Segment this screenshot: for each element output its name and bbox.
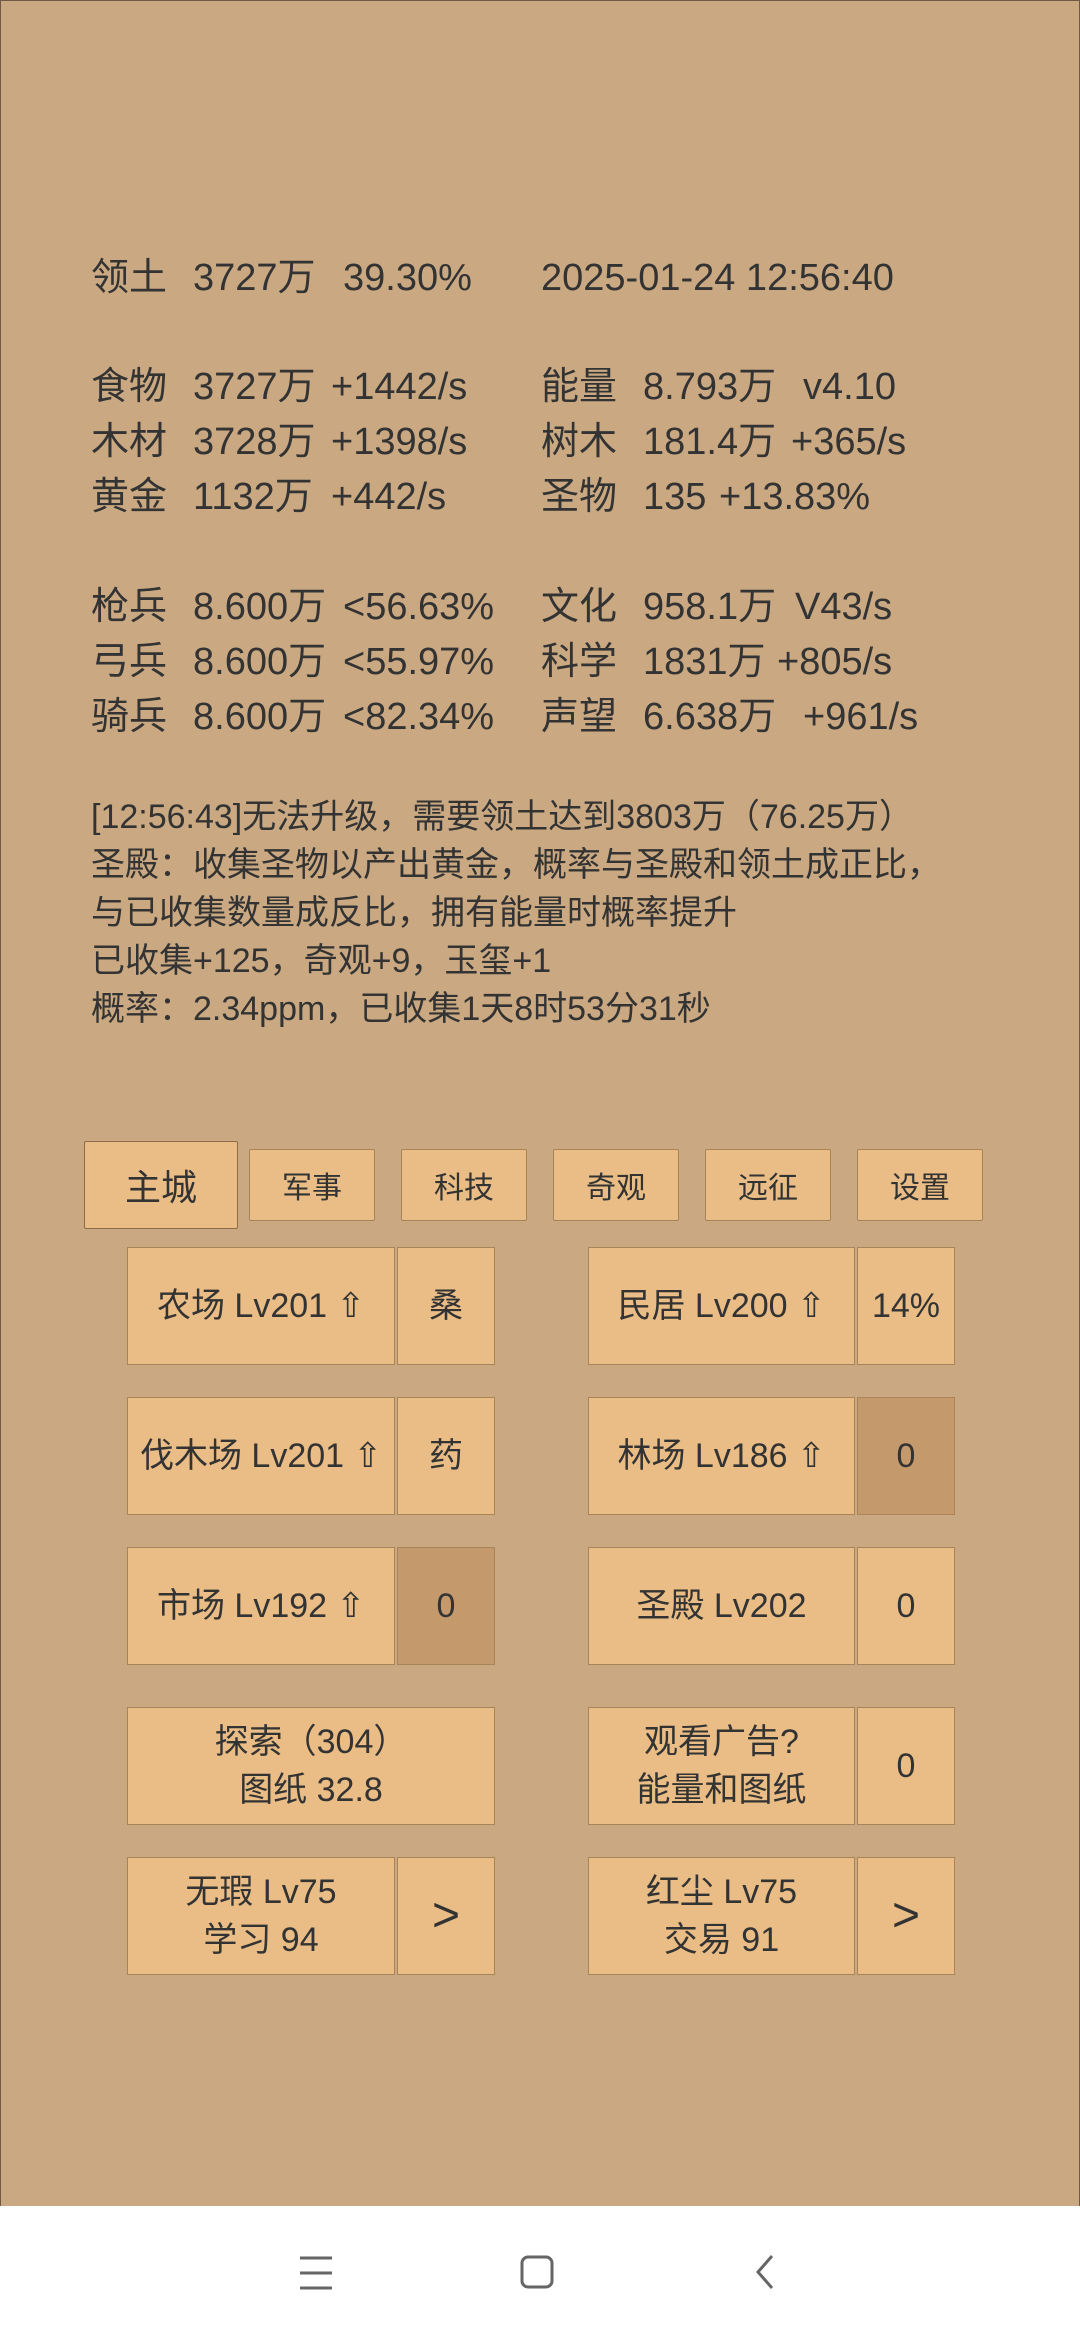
forest-side-button[interactable]: 0: [857, 1397, 955, 1515]
ad-line2: 能量和图纸: [636, 1771, 807, 1809]
troop-value: 8.600万: [193, 696, 327, 738]
res-value: 3728万: [193, 421, 316, 463]
game-area: 领土 3727万 39.30% 2025-01-24 12:56:40 食物 3…: [0, 0, 1080, 2207]
message-line: 概率：2.34ppm，已收集1天8时53分31秒: [91, 990, 711, 1028]
res-value: 135: [643, 476, 707, 518]
res-label: 能量: [541, 366, 618, 408]
explore-line1: 探索（304）: [214, 1723, 408, 1761]
menu-icon[interactable]: [296, 2206, 336, 2340]
tab-main-city[interactable]: 主城: [84, 1141, 238, 1229]
res-rate: +365/s: [791, 421, 907, 463]
temple-button[interactable]: 圣殿 Lv202: [588, 1547, 855, 1665]
watch-ad-button[interactable]: 观看广告? 能量和图纸: [588, 1707, 855, 1825]
troop-label: 枪兵: [91, 586, 168, 628]
message-line: 与已收集数量成反比，拥有能量时概率提升: [91, 894, 737, 932]
res-value: 3727万: [193, 366, 316, 408]
lumber-side-button[interactable]: 药: [397, 1397, 495, 1515]
market-side-button[interactable]: 0: [397, 1547, 495, 1665]
res-value: 1132万: [193, 476, 313, 518]
culture-label: 科学: [541, 641, 618, 683]
farm-upgrade-button[interactable]: 农场 Lv201 ⇧: [127, 1247, 395, 1365]
res-label: 食物: [91, 366, 168, 408]
res-value: 8.793万: [643, 366, 777, 408]
culture-label: 声望: [541, 696, 618, 738]
forest-upgrade-button[interactable]: 林场 Lv186 ⇧: [588, 1397, 855, 1515]
culture-rate: +961/s: [803, 696, 919, 738]
hero-hongchen-button[interactable]: 红尘 Lv75 交易 91: [588, 1857, 855, 1975]
explore-line2: 图纸 32.8: [239, 1771, 383, 1809]
troop-label: 弓兵: [91, 641, 168, 683]
territory-value: 3727万: [193, 257, 316, 299]
datetime: 2025-01-24 12:56:40: [541, 257, 894, 299]
tab-settings[interactable]: 设置: [857, 1149, 983, 1221]
troop-rate: <82.34%: [343, 696, 495, 738]
hero1-line2: 学习 94: [203, 1921, 319, 1959]
hero1-line1: 无瑕 Lv75: [185, 1873, 337, 1911]
culture-value: 6.638万: [643, 696, 777, 738]
hero2-line1: 红尘 Lv75: [645, 1873, 798, 1911]
territory-pct: 39.30%: [343, 257, 472, 299]
house-side-button[interactable]: 14%: [857, 1247, 955, 1365]
temple-side-button[interactable]: 0: [857, 1547, 955, 1665]
message-line: 已收集+125，奇观+9，玉玺+1: [91, 942, 552, 980]
system-nav-bar: [0, 2206, 1080, 2340]
culture-label: 文化: [541, 586, 618, 628]
ad-line1: 观看广告?: [644, 1723, 799, 1761]
lumber-upgrade-button[interactable]: 伐木场 Lv201 ⇧: [127, 1397, 395, 1515]
tab-military[interactable]: 军事: [249, 1149, 375, 1221]
tab-expedition[interactable]: 远征: [705, 1149, 831, 1221]
culture-rate: +805/s: [777, 641, 893, 683]
culture-rate: V43/s: [795, 586, 893, 628]
troop-value: 8.600万: [193, 586, 327, 628]
troop-rate: <56.63%: [343, 586, 495, 628]
res-label: 黄金: [91, 476, 168, 518]
house-upgrade-button[interactable]: 民居 Lv200 ⇧: [588, 1247, 855, 1365]
res-rate: +1398/s: [331, 421, 468, 463]
res-rate: +1442/s: [331, 366, 468, 408]
res-rate: +13.83%: [719, 476, 871, 518]
res-label: 木材: [91, 421, 168, 463]
territory-label: 领土: [91, 257, 168, 299]
home-square-icon[interactable]: [518, 2206, 558, 2340]
back-chevron-icon[interactable]: [748, 2206, 788, 2340]
res-rate: v4.10: [803, 366, 896, 408]
hero-wuxia-button[interactable]: 无瑕 Lv75 学习 94: [127, 1857, 395, 1975]
message-line: 圣殿：收集圣物以产出黄金，概率与圣殿和领土成正比，: [91, 846, 941, 884]
culture-value: 958.1万: [643, 586, 777, 628]
res-rate: +442/s: [331, 476, 447, 518]
res-value: 181.4万: [643, 421, 777, 463]
farm-side-button[interactable]: 桑: [397, 1247, 495, 1365]
hero2-line2: 交易 91: [663, 1921, 780, 1959]
ad-side-button[interactable]: 0: [857, 1707, 955, 1825]
culture-value: 1831万: [643, 641, 766, 683]
market-upgrade-button[interactable]: 市场 Lv192 ⇧: [127, 1547, 395, 1665]
troop-value: 8.600万: [193, 641, 327, 683]
tab-technology[interactable]: 科技: [401, 1149, 527, 1221]
res-label: 树木: [541, 421, 618, 463]
tab-wonders[interactable]: 奇观: [553, 1149, 679, 1221]
troop-rate: <55.97%: [343, 641, 495, 683]
message-line: [12:56:43]无法升级，需要领土达到3803万（76.25万）: [91, 798, 913, 836]
hero2-next-button[interactable]: >: [857, 1857, 955, 1975]
res-label: 圣物: [541, 476, 618, 518]
explore-button[interactable]: 探索（304） 图纸 32.8: [127, 1707, 495, 1825]
hero1-next-button[interactable]: >: [397, 1857, 495, 1975]
troop-label: 骑兵: [91, 696, 168, 738]
